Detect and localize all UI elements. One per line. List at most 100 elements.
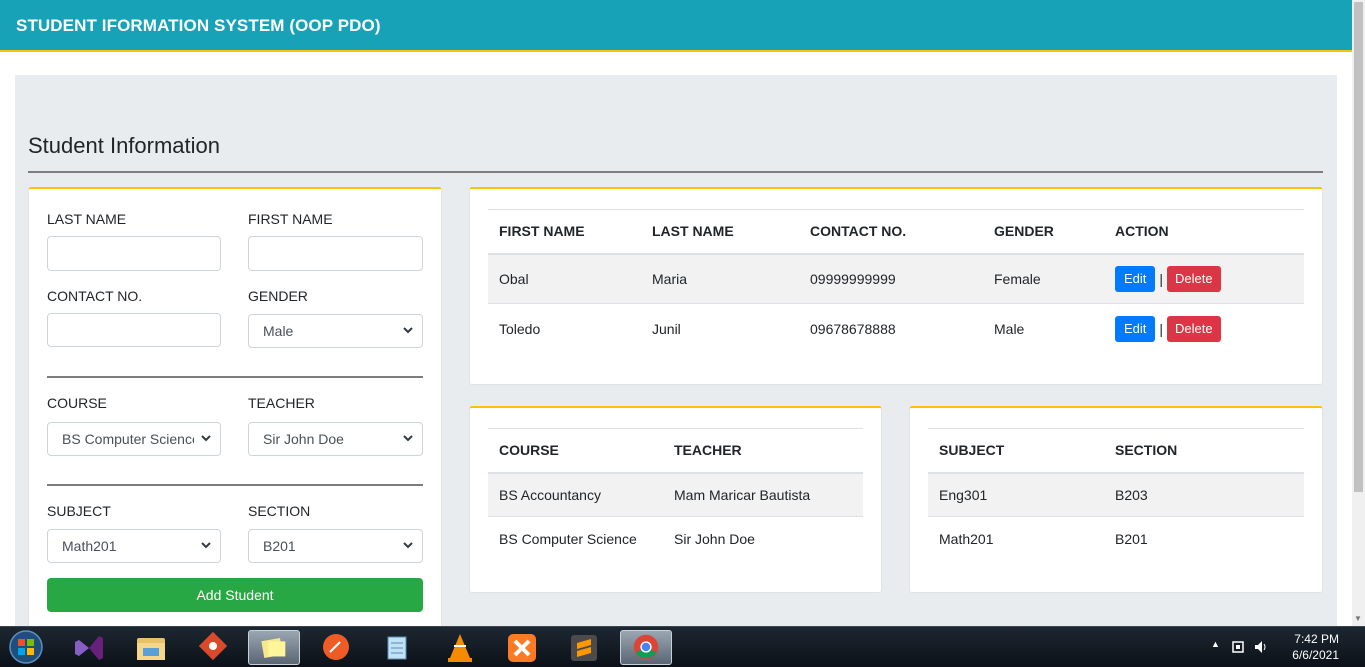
vertical-scrollbar[interactable]: ▼ — [1352, 0, 1365, 626]
chrome-icon[interactable] — [620, 630, 672, 665]
course-table-card: COURSE TEACHER BS Accountancy Mam Marica… — [469, 406, 882, 593]
action-separator: | — [1159, 270, 1164, 287]
clock-date: 6/6/2021 — [1292, 648, 1339, 662]
course-label: COURSE — [47, 395, 107, 411]
cell-last-name: Maria — [652, 253, 810, 304]
table-header-row: SUBJECT SECTION — [928, 428, 1304, 474]
content-area: Student Information LAST NAME FIRST NAME… — [15, 75, 1337, 626]
delete-button[interactable]: Delete — [1167, 315, 1221, 342]
add-student-button[interactable]: Add Student — [47, 578, 423, 612]
course-select-value: BS Computer Science — [62, 431, 194, 447]
column-header-action: ACTION — [1115, 209, 1304, 255]
students-table: FIRST NAME LAST NAME CONTACT NO. GENDER … — [488, 209, 1304, 354]
cell-subject: Eng301 — [928, 472, 1115, 517]
cell-subject: Math201 — [928, 516, 1115, 561]
postman-icon[interactable] — [310, 630, 362, 665]
students-table-card: FIRST NAME LAST NAME CONTACT NO. GENDER … — [469, 187, 1323, 385]
cell-action: Edit | Delete — [1115, 253, 1304, 304]
scrollbar-thumb[interactable] — [1354, 2, 1363, 492]
table-row: BS Accountancy Mam Maricar Bautista — [488, 472, 863, 517]
cell-first-name: Obal — [488, 253, 652, 304]
column-header-contact: CONTACT NO. — [810, 209, 994, 255]
clock[interactable]: 7:42 PM 6/6/2021 — [1292, 631, 1339, 663]
file-explorer-icon[interactable] — [125, 630, 177, 665]
table-row: Math201 B201 — [928, 516, 1304, 561]
cell-contact: 09678678888 — [810, 303, 994, 354]
cell-action: Edit | Delete — [1115, 303, 1304, 354]
action-separator: | — [1159, 320, 1164, 337]
column-header-section: SECTION — [1115, 428, 1304, 474]
cell-section: B203 — [1115, 472, 1304, 517]
column-header-teacher: TEACHER — [674, 428, 863, 474]
scroll-down-arrow-icon[interactable]: ▼ — [1354, 614, 1362, 623]
last-name-input[interactable] — [47, 236, 221, 271]
form-divider-1 — [47, 376, 423, 378]
vlc-icon[interactable] — [434, 630, 486, 665]
subject-select-value: Math201 — [62, 538, 117, 554]
browser-viewport: STUDENT IFORMATION SYSTEM (OOP PDO) Stud… — [0, 0, 1352, 626]
teacher-select[interactable]: Sir John Doe — [248, 422, 423, 456]
edit-button[interactable]: Edit — [1115, 265, 1156, 292]
system-tray: ▲ 7:42 PM 6/6/2021 — [1205, 627, 1365, 667]
contact-label: CONTACT NO. — [47, 288, 143, 304]
column-header-course: COURSE — [488, 428, 674, 474]
cell-course: BS Computer Science — [488, 516, 674, 561]
course-table: COURSE TEACHER BS Accountancy Mam Marica… — [488, 428, 863, 561]
first-name-input[interactable] — [248, 236, 423, 271]
cell-gender: Male — [994, 303, 1115, 354]
first-name-label: FIRST NAME — [248, 211, 333, 227]
visual-studio-icon[interactable] — [63, 630, 115, 665]
edit-button[interactable]: Edit — [1115, 315, 1156, 342]
subject-table-card: SUBJECT SECTION Eng301 B203 Math201 B201 — [909, 406, 1323, 593]
column-header-first-name: FIRST NAME — [488, 209, 652, 255]
gender-select-value: Male — [263, 323, 294, 339]
app-title[interactable]: STUDENT IFORMATION SYSTEM (OOP PDO) — [16, 16, 381, 36]
chevron-down-icon — [403, 542, 413, 549]
git-icon[interactable] — [187, 630, 239, 665]
sublime-text-icon[interactable] — [558, 630, 610, 665]
sticky-notes-icon[interactable] — [248, 630, 300, 665]
contact-input[interactable] — [47, 313, 221, 347]
tray-expand-icon[interactable]: ▲ — [1211, 639, 1220, 649]
gender-select[interactable]: Male — [248, 314, 423, 348]
cell-teacher: Mam Maricar Bautista — [674, 472, 863, 517]
title-divider — [28, 171, 1323, 173]
section-select[interactable]: B201 — [248, 529, 423, 563]
cell-contact: 09999999999 — [810, 253, 994, 304]
subject-label: SUBJECT — [47, 503, 111, 519]
notepad-icon[interactable] — [372, 630, 424, 665]
table-row: Eng301 B203 — [928, 472, 1304, 517]
cell-last-name: Junil — [652, 303, 810, 354]
navbar: STUDENT IFORMATION SYSTEM (OOP PDO) — [0, 0, 1352, 52]
cell-first-name: Toledo — [488, 303, 652, 354]
student-form-card: LAST NAME FIRST NAME CONTACT NO. GENDER … — [28, 187, 442, 626]
table-row: Toledo Junil 09678678888 Male Edit | Delet… — [488, 303, 1304, 354]
last-name-label: LAST NAME — [47, 211, 127, 227]
cell-section: B201 — [1115, 516, 1304, 561]
cell-course: BS Accountancy — [488, 472, 674, 517]
cell-teacher: Sir John Doe — [674, 516, 863, 561]
teacher-label: TEACHER — [248, 395, 315, 411]
course-select[interactable]: BS Computer Science — [47, 422, 221, 456]
delete-button[interactable]: Delete — [1167, 265, 1221, 292]
column-header-subject: SUBJECT — [928, 428, 1115, 474]
column-header-last-name: LAST NAME — [652, 209, 810, 255]
section-select-value: B201 — [263, 538, 296, 554]
chevron-down-icon — [403, 435, 413, 442]
section-label: SECTION — [248, 503, 311, 519]
xampp-icon[interactable] — [496, 630, 548, 665]
clock-time: 7:42 PM — [1294, 632, 1339, 646]
teacher-select-value: Sir John Doe — [263, 431, 344, 447]
windows-start-icon[interactable] — [4, 629, 48, 665]
taskbar: ▲ 7:42 PM 6/6/2021 — [0, 626, 1365, 667]
network-icon[interactable] — [1231, 639, 1245, 655]
subject-select[interactable]: Math201 — [47, 529, 221, 563]
subject-table: SUBJECT SECTION Eng301 B203 Math201 B201 — [928, 428, 1304, 561]
table-row: Obal Maria 09999999999 Female Edit | Delet… — [488, 253, 1304, 304]
chevron-down-icon — [201, 542, 211, 549]
volume-icon[interactable] — [1253, 639, 1269, 655]
table-row: BS Computer Science Sir John Doe — [488, 516, 863, 561]
cell-gender: Female — [994, 253, 1115, 304]
column-header-gender: GENDER — [994, 209, 1115, 255]
table-header-row: COURSE TEACHER — [488, 428, 863, 474]
